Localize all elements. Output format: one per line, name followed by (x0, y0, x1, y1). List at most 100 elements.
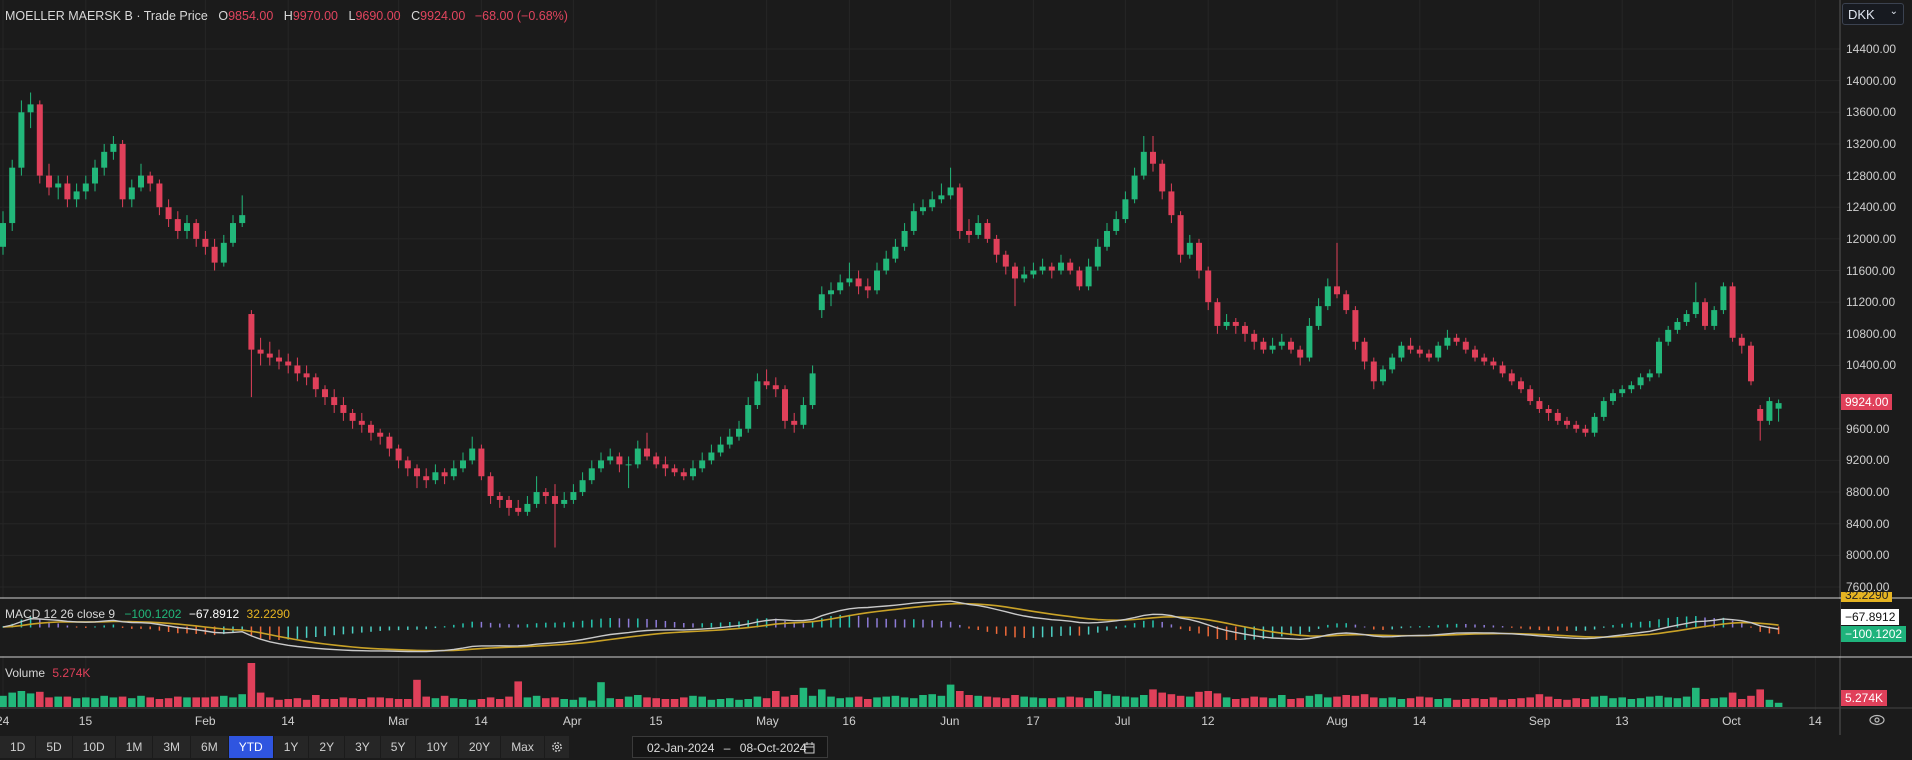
volume-bar (937, 695, 946, 707)
candle-body (1196, 242, 1202, 271)
volume-bar (394, 699, 403, 707)
candle-body (1288, 341, 1294, 350)
candle-body (1251, 333, 1258, 342)
eye-icon[interactable] (1869, 712, 1885, 728)
candle-body (82, 183, 89, 192)
candle-body (1527, 389, 1534, 402)
candle-body (276, 357, 282, 362)
range-button-3y[interactable]: 3Y (345, 736, 381, 758)
price-axis-label: 12000.00 (1846, 231, 1897, 246)
candle-body (1398, 345, 1405, 358)
candle-body (1269, 345, 1276, 350)
candle-body (1582, 428, 1589, 433)
volume-bar (293, 698, 302, 707)
candle-body (588, 468, 595, 481)
candle-body (1444, 337, 1451, 346)
volume-bar (431, 698, 440, 707)
range-button-max[interactable]: Max (501, 736, 545, 758)
volume-bar (1544, 696, 1553, 707)
volume-bar (974, 695, 982, 707)
open-label: O (218, 9, 229, 23)
candle-body (1094, 246, 1101, 267)
volume-bar (1572, 698, 1580, 707)
volume-bar (210, 696, 219, 707)
volume-bar (781, 696, 789, 707)
candle-body (1748, 345, 1754, 382)
volume-bar (1066, 696, 1074, 707)
volume-bar (1517, 698, 1525, 707)
settings-gear-icon[interactable] (544, 736, 570, 758)
candle-body (1416, 349, 1423, 354)
currency-dropdown[interactable]: DKK ⌄ (1842, 3, 1904, 25)
volume-bar (17, 691, 26, 707)
volume-bar (1048, 698, 1056, 707)
volume-bar (1692, 687, 1700, 707)
volume-bar (1167, 694, 1176, 707)
volume-bar (542, 698, 550, 707)
volume-bar (1011, 695, 1019, 707)
volume-bar (1029, 697, 1038, 707)
volume-bar (864, 699, 872, 707)
candle-body (1407, 345, 1414, 350)
volume-bar (505, 696, 513, 707)
range-button-6m[interactable]: 6M (191, 736, 229, 758)
volume-bar (1480, 699, 1488, 707)
volume-bar (1526, 697, 1534, 707)
volume-bar (229, 697, 237, 707)
volume-bar (753, 696, 762, 707)
candle-body (128, 187, 135, 200)
range-button-10y[interactable]: 10Y (416, 736, 459, 758)
candle-body (1674, 321, 1681, 330)
volume-bar (790, 695, 798, 707)
volume-bar (1250, 696, 1258, 707)
open-value: 9854.00 (228, 9, 274, 23)
range-button-2y[interactable]: 2Y (309, 736, 346, 758)
candle-body (1012, 266, 1018, 279)
volume-bar (1140, 695, 1148, 707)
close-label: C (411, 9, 421, 23)
candle-body (202, 238, 209, 247)
candle-body (1076, 270, 1083, 287)
candle-body (230, 223, 236, 243)
range-button-10d[interactable]: 10D (72, 736, 116, 758)
date-range-picker[interactable]: 02-Jan-2024 – 08-Oct-2024 (632, 736, 828, 758)
candle-body (220, 242, 227, 263)
range-button-1d[interactable]: 1D (0, 736, 37, 758)
candle-body (1656, 341, 1662, 374)
time-axis-label: May (756, 714, 779, 728)
volume-bar (1498, 699, 1507, 707)
range-button-ytd[interactable]: YTD (228, 736, 274, 758)
volume-bar (827, 696, 835, 707)
calendar-icon (804, 742, 815, 754)
candle-body (1140, 151, 1147, 176)
volume-bar (1636, 698, 1645, 707)
low-value: 9690.00 (355, 9, 401, 23)
volume-bar (247, 663, 256, 707)
candle-body (1508, 373, 1515, 382)
volume-bar (8, 692, 16, 707)
candle-body (579, 480, 586, 493)
candle-body (1683, 314, 1690, 322)
candle-body (1665, 329, 1672, 342)
range-button-3m[interactable]: 3M (153, 736, 192, 758)
range-button-20y[interactable]: 20Y (458, 736, 502, 758)
time-axis-label: 17 (1026, 714, 1040, 728)
candle-body (800, 405, 807, 425)
volume-bar (1701, 699, 1709, 707)
volume-bar (468, 699, 476, 707)
volume-bar (1655, 695, 1663, 707)
price-axis-label: 8400.00 (1846, 516, 1890, 531)
candle-body (791, 420, 798, 425)
candle-body (910, 211, 917, 231)
candle-body (266, 353, 273, 358)
candle-body (27, 104, 34, 113)
price-chart[interactable] (0, 0, 1912, 735)
candle-body (524, 503, 531, 512)
range-button-5d[interactable]: 5D (36, 736, 73, 758)
range-button-1y[interactable]: 1Y (273, 736, 310, 758)
range-button-1m[interactable]: 1M (115, 736, 154, 758)
candle-body (257, 349, 264, 354)
volume-bar (26, 693, 35, 707)
range-button-5y[interactable]: 5Y (380, 736, 417, 758)
volume-tag: 5.274K (1841, 690, 1888, 706)
